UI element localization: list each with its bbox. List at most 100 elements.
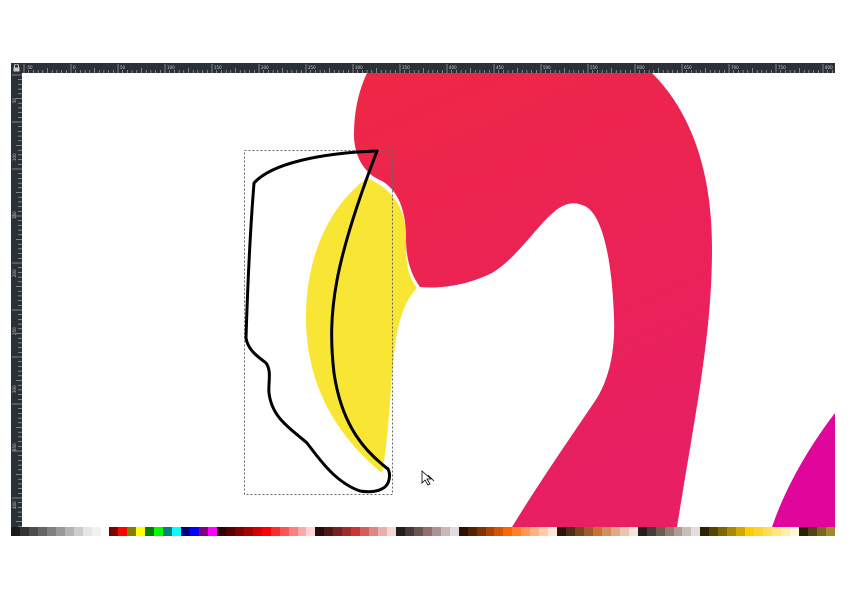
palette-swatch[interactable]	[11, 527, 20, 536]
palette-swatch[interactable]	[601, 527, 611, 536]
palette-swatch[interactable]	[673, 527, 683, 536]
palette-swatch[interactable]	[592, 527, 602, 536]
palette-swatch[interactable]	[485, 527, 495, 536]
palette-swatch[interactable]	[709, 527, 719, 536]
palette-swatch[interactable]	[387, 527, 396, 536]
palette-swatch[interactable]	[207, 527, 217, 536]
palette-swatch[interactable]	[557, 527, 567, 536]
palette-swatch[interactable]	[780, 527, 790, 536]
palette-swatch[interactable]	[378, 527, 388, 536]
palette-swatch[interactable]	[342, 527, 352, 536]
palette-swatch[interactable]	[584, 527, 593, 536]
palette-swatch[interactable]	[324, 527, 334, 536]
flamingo-body-edge[interactable]	[772, 413, 835, 527]
palette-swatch[interactable]	[199, 527, 208, 536]
palette-swatch[interactable]	[279, 527, 289, 536]
ruler-corner[interactable]	[11, 63, 22, 73]
palette-swatch[interactable]	[772, 527, 781, 536]
palette-swatch[interactable]	[190, 527, 200, 536]
palette-swatch[interactable]	[234, 527, 244, 536]
palette-swatch[interactable]	[431, 527, 441, 536]
palette-swatch[interactable]	[789, 527, 799, 536]
palette-swatch[interactable]	[172, 527, 182, 536]
palette-swatch[interactable]	[288, 527, 298, 536]
palette-swatch[interactable]	[727, 527, 737, 536]
palette-swatch[interactable]	[91, 527, 101, 536]
palette-swatch[interactable]	[646, 527, 656, 536]
palette-swatch[interactable]	[333, 527, 343, 536]
palette-swatch[interactable]	[28, 527, 38, 536]
palette-swatch[interactable]	[422, 527, 432, 536]
palette-swatch[interactable]	[261, 527, 271, 536]
palette-swatch[interactable]	[763, 527, 773, 536]
palette-swatch[interactable]	[494, 527, 504, 536]
palette-swatch[interactable]	[243, 527, 253, 536]
palette-swatch[interactable]	[548, 527, 558, 536]
palette-swatch[interactable]	[798, 527, 808, 536]
palette-swatch[interactable]	[181, 527, 191, 536]
palette-swatch[interactable]	[163, 527, 173, 536]
palette-swatch[interactable]	[109, 527, 119, 536]
palette-swatch[interactable]	[575, 527, 584, 536]
palette-swatch[interactable]	[127, 527, 137, 536]
palette-swatch[interactable]	[718, 527, 728, 536]
palette-swatch[interactable]	[816, 527, 826, 536]
drawing-canvas[interactable]	[22, 73, 835, 527]
palette-swatch[interactable]	[566, 527, 576, 536]
palette-swatch[interactable]	[807, 527, 817, 536]
palette-swatch[interactable]	[46, 527, 56, 536]
palette-swatch[interactable]	[637, 527, 647, 536]
vertical-ruler[interactable]: 50 100 150 200 250 300 350 400	[11, 73, 22, 527]
lock-icon[interactable]	[13, 64, 20, 72]
palette-swatch[interactable]	[745, 527, 755, 536]
palette-swatch[interactable]	[503, 527, 513, 536]
palette-swatch[interactable]	[664, 527, 674, 536]
palette-swatch[interactable]	[252, 527, 262, 536]
palette-swatch[interactable]	[154, 527, 164, 536]
palette-swatch[interactable]	[512, 527, 522, 536]
palette-swatch[interactable]	[530, 527, 540, 536]
palette-swatch[interactable]	[449, 527, 459, 536]
palette-swatch[interactable]	[754, 527, 764, 536]
palette-swatch[interactable]	[825, 527, 835, 536]
palette-swatch[interactable]	[225, 527, 235, 536]
palette-swatch[interactable]	[404, 527, 414, 536]
palette-swatch[interactable]	[100, 527, 110, 536]
palette-swatch[interactable]	[64, 527, 74, 536]
palette-swatch[interactable]	[306, 527, 316, 536]
palette-swatch[interactable]	[700, 527, 710, 536]
palette-swatch[interactable]	[216, 527, 226, 536]
palette-swatch[interactable]	[297, 527, 307, 536]
palette-swatch[interactable]	[440, 527, 450, 536]
palette-swatch[interactable]	[628, 527, 638, 536]
palette-swatch[interactable]	[37, 527, 47, 536]
horizontal-ruler[interactable]: -50 0 50 100 150 200 250 300 350 400 450 500 550 600 6…	[22, 63, 835, 73]
palette-swatch[interactable]	[682, 527, 692, 536]
palette-swatch[interactable]	[270, 527, 280, 536]
palette-swatch[interactable]	[145, 527, 155, 536]
palette-swatch[interactable]	[136, 527, 146, 536]
ruler-label: 550	[590, 65, 598, 70]
palette-swatch[interactable]	[655, 527, 665, 536]
palette-swatch[interactable]	[315, 527, 325, 536]
palette-swatch[interactable]	[619, 527, 629, 536]
palette-swatch[interactable]	[736, 527, 746, 536]
palette-swatch[interactable]	[73, 527, 83, 536]
palette-swatch[interactable]	[413, 527, 423, 536]
palette-swatch[interactable]	[476, 527, 486, 536]
palette-swatch[interactable]	[610, 527, 620, 536]
palette-swatch[interactable]	[360, 527, 370, 536]
flamingo-beak[interactable]	[305, 178, 417, 473]
palette-swatch[interactable]	[369, 527, 379, 536]
palette-swatch[interactable]	[521, 527, 531, 536]
palette-swatch[interactable]	[55, 527, 65, 536]
palette-swatch[interactable]	[467, 527, 477, 536]
palette-swatch[interactable]	[539, 527, 549, 536]
palette-swatch[interactable]	[19, 527, 29, 536]
palette-swatch[interactable]	[395, 527, 405, 536]
palette-swatch[interactable]	[351, 527, 361, 536]
palette-swatch[interactable]	[691, 527, 701, 536]
palette-swatch[interactable]	[118, 527, 128, 536]
palette-swatch[interactable]	[82, 527, 92, 536]
palette-swatch[interactable]	[458, 527, 468, 536]
